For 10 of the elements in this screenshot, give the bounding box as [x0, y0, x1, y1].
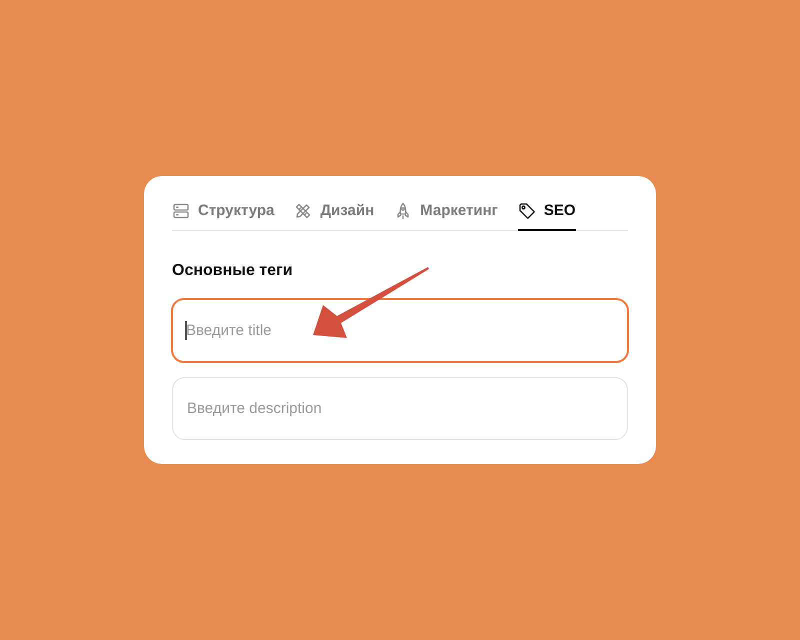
stacked-rows-icon — [172, 202, 190, 220]
pencil-ruler-icon — [294, 202, 312, 220]
tab[interactable]: Дизайн — [294, 201, 374, 231]
tag-icon — [518, 202, 536, 220]
tab[interactable]: Маркетинг — [394, 201, 498, 231]
section-heading: Основные теги — [172, 261, 293, 281]
text-field[interactable]: Введите title — [171, 298, 629, 363]
tab[interactable]: Структура — [172, 201, 274, 231]
tab[interactable]: SEO — [518, 201, 576, 231]
text-cursor-icon — [185, 321, 186, 340]
